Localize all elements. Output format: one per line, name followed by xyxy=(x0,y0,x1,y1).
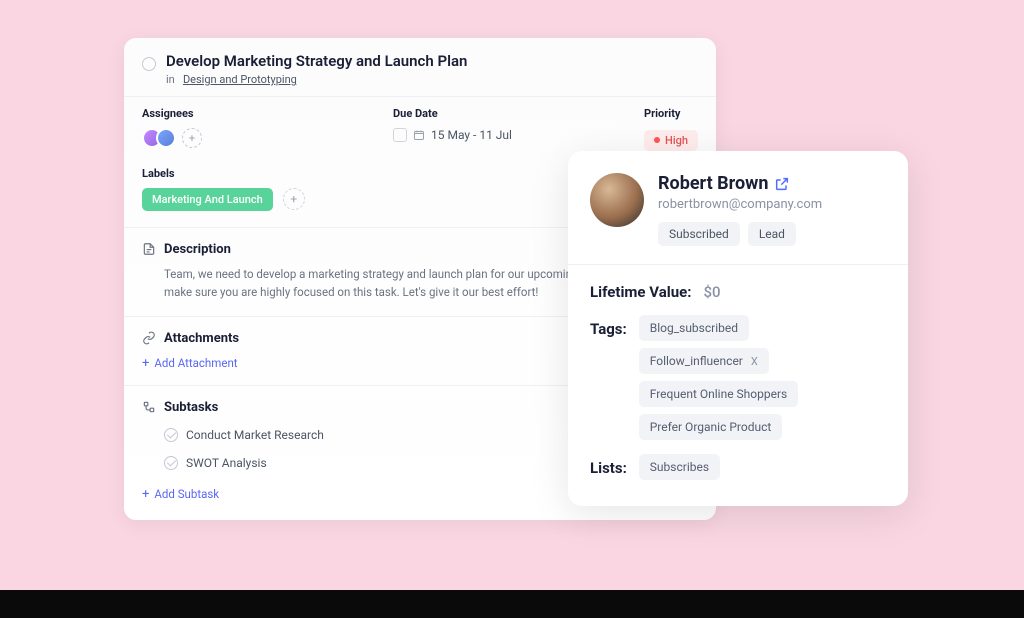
complete-task-radio[interactable] xyxy=(142,57,156,71)
remove-tag-icon[interactable]: X xyxy=(751,355,758,368)
contact-name-row: Robert Brown xyxy=(658,173,886,194)
priority-dot-icon xyxy=(654,137,660,143)
document-icon xyxy=(142,242,156,256)
lists-wrap: Subscribes xyxy=(639,454,720,480)
tag-chip[interactable]: Prefer Organic Product xyxy=(639,414,783,440)
due-date-field[interactable]: 15 May - 11 Jul xyxy=(393,128,584,142)
ltv-row: Lifetime Value: $0 xyxy=(590,283,886,301)
list-chip[interactable]: Subscribes xyxy=(639,454,720,480)
assignee-avatars[interactable] xyxy=(142,128,176,148)
priority-block: Priority High xyxy=(644,107,698,151)
breadcrumb-prefix: in xyxy=(166,73,175,86)
tag-text: Follow_influencer xyxy=(650,354,743,368)
duedate-label: Due Date xyxy=(393,107,584,120)
lists-label: Lists: xyxy=(590,454,627,477)
avatar-icon xyxy=(156,128,176,148)
task-breadcrumb: in Design and Prototyping xyxy=(166,73,467,86)
attachments-label: Attachments xyxy=(164,331,239,346)
tags-row: Tags: Blog_subscribed Follow_influencer … xyxy=(590,315,886,440)
duedate-block: Due Date 15 May - 11 Jul xyxy=(393,107,584,151)
priority-pill[interactable]: High xyxy=(644,130,698,151)
ltv-label: Lifetime Value: xyxy=(590,283,691,301)
tag-chip[interactable]: Blog_subscribed xyxy=(639,315,749,341)
assignees-block: Assignees + xyxy=(142,107,333,151)
task-title: Develop Marketing Strategy and Launch Pl… xyxy=(166,52,467,70)
add-subtask-label: Add Subtask xyxy=(154,487,219,501)
subtasks-label: Subtasks xyxy=(164,400,218,415)
plus-icon: + xyxy=(142,487,149,502)
ltv-value: $0 xyxy=(703,283,720,301)
tag-chip[interactable]: Follow_influencer X xyxy=(639,348,769,374)
priority-value: High xyxy=(665,134,688,147)
divider xyxy=(568,264,908,265)
check-circle-icon[interactable] xyxy=(164,428,178,442)
task-header: Develop Marketing Strategy and Launch Pl… xyxy=(124,38,716,96)
tag-chip[interactable]: Frequent Online Shoppers xyxy=(639,381,799,407)
status-chip-subscribed[interactable]: Subscribed xyxy=(658,222,740,246)
contact-email: robertbrown@company.com xyxy=(658,197,886,212)
duedate-value: 15 May - 11 Jul xyxy=(431,128,512,142)
duedate-checkbox-icon xyxy=(393,128,407,142)
add-label-button[interactable]: + xyxy=(283,188,305,210)
contact-avatar[interactable] xyxy=(590,173,644,227)
link-icon xyxy=(142,331,156,345)
tags-label: Tags: xyxy=(590,315,627,338)
tag-text: Blog_subscribed xyxy=(650,321,738,335)
subtask-title: SWOT Analysis xyxy=(186,456,267,470)
add-assignee-button[interactable]: + xyxy=(182,128,202,148)
contact-card: Robert Brown robertbrown@company.com Sub… xyxy=(568,151,908,506)
assignees-label: Assignees xyxy=(142,107,333,120)
tags-wrap: Blog_subscribed Follow_influencer X Freq… xyxy=(639,315,886,440)
label-chip[interactable]: Marketing And Launch xyxy=(142,188,273,211)
breadcrumb-link[interactable]: Design and Prototyping xyxy=(183,73,297,86)
subtask-title: Conduct Market Research xyxy=(186,428,324,442)
tag-text: Prefer Organic Product xyxy=(650,420,772,434)
lists-row: Lists: Subscribes xyxy=(590,454,886,480)
priority-label: Priority xyxy=(644,107,698,120)
external-link-icon[interactable] xyxy=(774,176,790,192)
tag-text: Frequent Online Shoppers xyxy=(650,387,788,401)
check-circle-icon[interactable] xyxy=(164,456,178,470)
bottom-bar xyxy=(0,590,1024,618)
calendar-icon xyxy=(413,129,425,141)
description-label: Description xyxy=(164,242,231,257)
contact-header: Robert Brown robertbrown@company.com Sub… xyxy=(590,173,886,246)
plus-icon: + xyxy=(142,356,149,371)
contact-name: Robert Brown xyxy=(658,173,768,194)
status-chip-lead[interactable]: Lead xyxy=(748,222,796,246)
subtasks-icon xyxy=(142,400,156,414)
add-attachment-label: Add Attachment xyxy=(154,356,237,370)
